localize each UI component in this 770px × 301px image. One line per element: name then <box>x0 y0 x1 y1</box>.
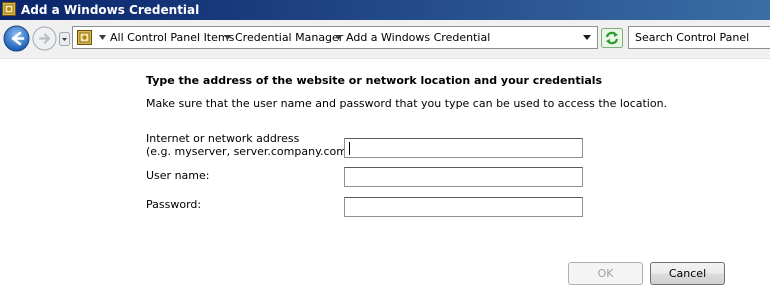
triangle-right-icon[interactable] <box>224 35 231 40</box>
back-arrow-icon[interactable] <box>3 25 30 52</box>
forward-arrow-icon[interactable] <box>32 26 57 51</box>
breadcrumb-credential-manager[interactable]: Credential Manager <box>235 27 343 48</box>
text-caret <box>349 142 350 155</box>
address-label-line1: Internet or network address <box>146 132 300 145</box>
refresh-icon[interactable] <box>601 28 623 48</box>
username-label: User name: <box>146 169 210 182</box>
chevron-down-icon[interactable] <box>583 35 591 40</box>
chevron-down-icon[interactable] <box>59 32 70 46</box>
address-label-line2: (e.g. myserver, server.company.com): <box>146 145 355 158</box>
navigation-bar: All Control Panel Items Credential Manag… <box>0 20 770 59</box>
triangle-right-icon[interactable] <box>99 35 106 40</box>
page-description: Make sure that the user name and passwor… <box>146 97 668 110</box>
control-panel-icon <box>2 2 16 16</box>
triangle-right-icon[interactable] <box>335 35 342 40</box>
credential-window: Add a Windows Credential All Control Pan… <box>0 0 770 301</box>
breadcrumb-add-windows-credential[interactable]: Add a Windows Credential <box>346 27 490 48</box>
breadcrumb-all-control-panel-items[interactable]: All Control Panel Items <box>110 27 234 48</box>
window-title: Add a Windows Credential <box>21 3 200 17</box>
password-label: Password: <box>146 198 202 211</box>
cancel-button[interactable]: Cancel <box>650 262 725 285</box>
address-bar[interactable]: All Control Panel Items Credential Manag… <box>72 26 598 49</box>
control-panel-icon <box>77 30 92 45</box>
search-input[interactable] <box>628 26 770 49</box>
page-heading: Type the address of the website or netwo… <box>146 74 603 87</box>
network-address-field[interactable] <box>344 138 583 158</box>
ok-button[interactable]: OK <box>568 262 643 285</box>
password-field[interactable] <box>344 197 583 217</box>
title-bar: Add a Windows Credential <box>0 0 770 20</box>
address-label: Internet or network address (e.g. myserv… <box>146 132 355 158</box>
username-field[interactable] <box>344 167 583 187</box>
